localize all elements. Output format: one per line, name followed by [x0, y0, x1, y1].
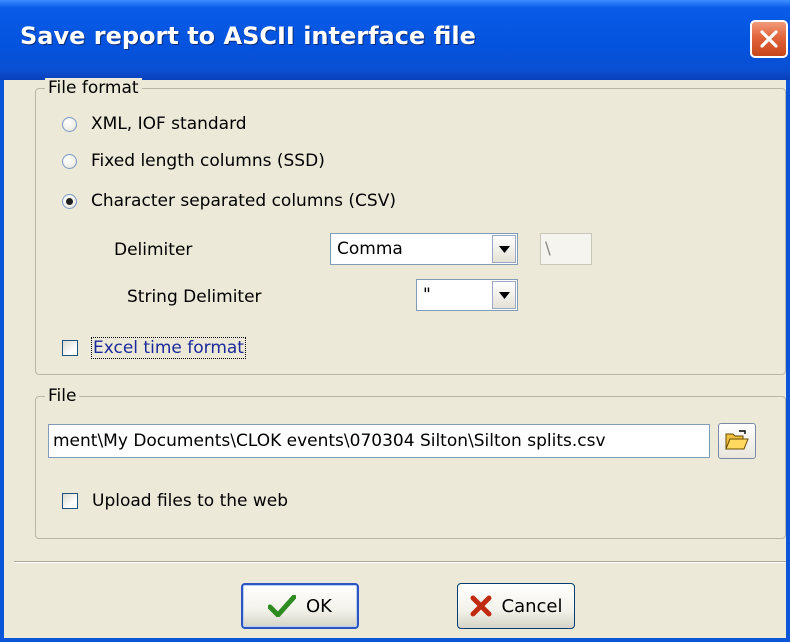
folder-open-icon — [725, 430, 749, 450]
file-path-input[interactable]: ment\My Documents\CLOK events\070304 Sil… — [48, 424, 710, 458]
radio-button[interactable] — [62, 153, 77, 169]
custom-delimiter-input: \ — [540, 233, 592, 265]
file-group — [35, 396, 786, 539]
delimiter-select[interactable]: Comma — [330, 233, 518, 265]
radio-csv-label: Character separated columns (CSV) — [91, 191, 396, 211]
radio-fixed-length-label: Fixed length columns (SSD) — [91, 151, 325, 171]
x-icon — [470, 595, 491, 617]
browse-button[interactable] — [718, 423, 756, 459]
radio-csv[interactable]: Character separated columns (CSV) — [62, 191, 396, 211]
dialog-window: Save report to ASCII interface file File… — [0, 0, 790, 642]
divider — [14, 561, 786, 563]
checkmark-icon — [268, 595, 296, 617]
checkbox[interactable] — [62, 493, 78, 509]
close-icon — [760, 30, 778, 48]
dropdown-button[interactable] — [492, 235, 516, 263]
file-path-value: ment\My Documents\CLOK events\070304 Sil… — [53, 431, 606, 451]
checkbox[interactable] — [62, 340, 78, 356]
close-button[interactable] — [750, 20, 788, 58]
excel-time-checkbox[interactable]: Excel time format — [62, 337, 246, 359]
radio-button[interactable] — [62, 193, 77, 209]
file-format-legend: File format — [45, 78, 142, 98]
ok-button[interactable]: OK — [241, 583, 359, 629]
ok-button-label: OK — [306, 595, 332, 617]
delimiter-select-value: Comma — [337, 239, 403, 259]
chevron-down-icon — [499, 292, 510, 299]
dropdown-button[interactable] — [492, 281, 516, 309]
delimiter-label: Delimiter — [114, 240, 193, 260]
excel-time-label: Excel time format — [91, 337, 246, 359]
string-delimiter-select-value: " — [423, 285, 431, 305]
upload-web-label: Upload files to the web — [92, 491, 289, 511]
window-title: Save report to ASCII interface file — [20, 22, 476, 50]
radio-button[interactable] — [62, 116, 77, 132]
custom-delimiter-value: \ — [545, 239, 551, 259]
title-bar[interactable]: Save report to ASCII interface file — [0, 0, 790, 80]
cancel-button[interactable]: Cancel — [457, 583, 575, 629]
cancel-button-label: Cancel — [501, 595, 563, 617]
radio-xml-iof-label: XML, IOF standard — [91, 114, 247, 134]
chevron-down-icon — [499, 246, 510, 253]
radio-fixed-length[interactable]: Fixed length columns (SSD) — [62, 151, 325, 171]
string-delimiter-label: String Delimiter — [127, 287, 262, 307]
upload-web-checkbox[interactable]: Upload files to the web — [62, 491, 288, 511]
string-delimiter-select[interactable]: " — [416, 279, 518, 311]
file-legend: File — [45, 386, 80, 406]
radio-xml-iof[interactable]: XML, IOF standard — [62, 114, 247, 134]
